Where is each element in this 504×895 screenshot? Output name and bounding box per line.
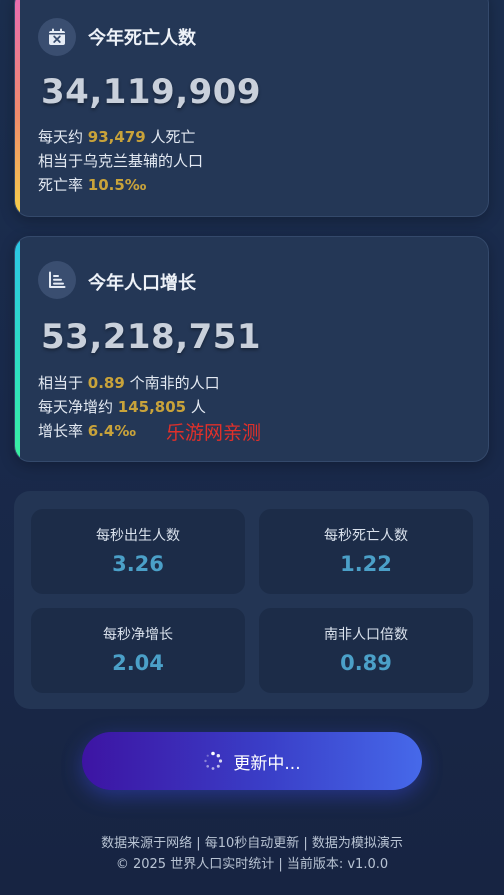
stat-label: 每秒净增长: [103, 627, 173, 643]
footer-line-2: © 2025 世界人口实时统计 | 当前版本: v1.0.0: [115, 857, 389, 872]
stats-panel: 每秒出生人数 3.26 每秒死亡人数 1.22 每秒净增长 2.04 南非人口倍…: [14, 491, 489, 709]
growth-per-day-value: 145,805: [117, 398, 187, 416]
bar-chart-icon: [38, 261, 76, 299]
update-button-label: 更新中...: [233, 753, 301, 774]
deaths-card-title: 今年死亡人数: [88, 28, 196, 49]
update-button[interactable]: 更新中...: [82, 732, 422, 790]
stat-value: 0.89: [340, 651, 392, 675]
death-rate-line: 死亡率 10.5‰: [38, 174, 146, 195]
stat-deaths-per-second: 每秒死亡人数 1.22: [259, 509, 473, 594]
watermark-text: 乐游网亲测: [166, 422, 262, 444]
growth-equivalent-value: 0.89: [87, 374, 125, 392]
stat-label: 每秒出生人数: [96, 528, 180, 544]
stat-label: 南非人口倍数: [324, 627, 408, 643]
growth-rate-value: 6.4‰: [87, 422, 136, 440]
growth-rate-prefix: 增长率: [38, 422, 84, 440]
growth-per-day-suffix: 人: [190, 398, 206, 416]
growth-per-day-prefix: 每天净增约: [38, 398, 114, 416]
deaths-count: 34,119,909: [41, 72, 262, 112]
spinner-icon: [204, 751, 223, 770]
growth-per-day-line: 每天净增约 145,805 人: [38, 396, 206, 417]
deaths-card-accent: [15, 0, 20, 216]
stat-value: 1.22: [340, 552, 392, 576]
growth-count: 53,218,751: [41, 317, 262, 357]
stat-births-per-second: 每秒出生人数 3.26: [31, 509, 245, 594]
deaths-per-day-line: 每天约 93,479 人死亡: [38, 126, 195, 147]
growth-equivalent-suffix: 个南非的人口: [129, 374, 220, 392]
deaths-equivalent-line: 相当于乌克兰基辅的人口: [38, 152, 204, 170]
deaths-per-day-value: 93,479: [87, 128, 146, 146]
death-rate-value: 10.5‰: [87, 176, 147, 194]
growth-equivalent-prefix: 相当于: [38, 374, 84, 392]
growth-card-title: 今年人口增长: [88, 273, 196, 294]
death-rate-prefix: 死亡率: [38, 176, 84, 194]
deaths-per-day-suffix: 人死亡: [150, 128, 196, 146]
stat-net-growth-per-second: 每秒净增长 2.04: [31, 608, 245, 693]
calendar-x-icon: [38, 18, 76, 56]
stat-south-africa-multiple: 南非人口倍数 0.89: [259, 608, 473, 693]
growth-equivalent-line: 相当于 0.89 个南非的人口: [38, 372, 220, 393]
page: 今年死亡人数 34,119,909 每天约 93,479 人死亡 相当于乌克兰基…: [0, 0, 504, 895]
stat-value: 3.26: [112, 552, 164, 576]
deaths-per-day-prefix: 每天约: [38, 128, 84, 146]
deaths-card: 今年死亡人数 34,119,909 每天约 93,479 人死亡 相当于乌克兰基…: [14, 0, 489, 217]
growth-card-accent: [15, 237, 20, 461]
growth-rate-line: 增长率 6.4‰: [38, 420, 136, 441]
stat-value: 2.04: [112, 651, 164, 675]
stat-label: 每秒死亡人数: [324, 528, 408, 544]
footer-line-1: 数据来源于网络 | 每10秒自动更新 | 数据为模拟演示: [101, 836, 403, 851]
